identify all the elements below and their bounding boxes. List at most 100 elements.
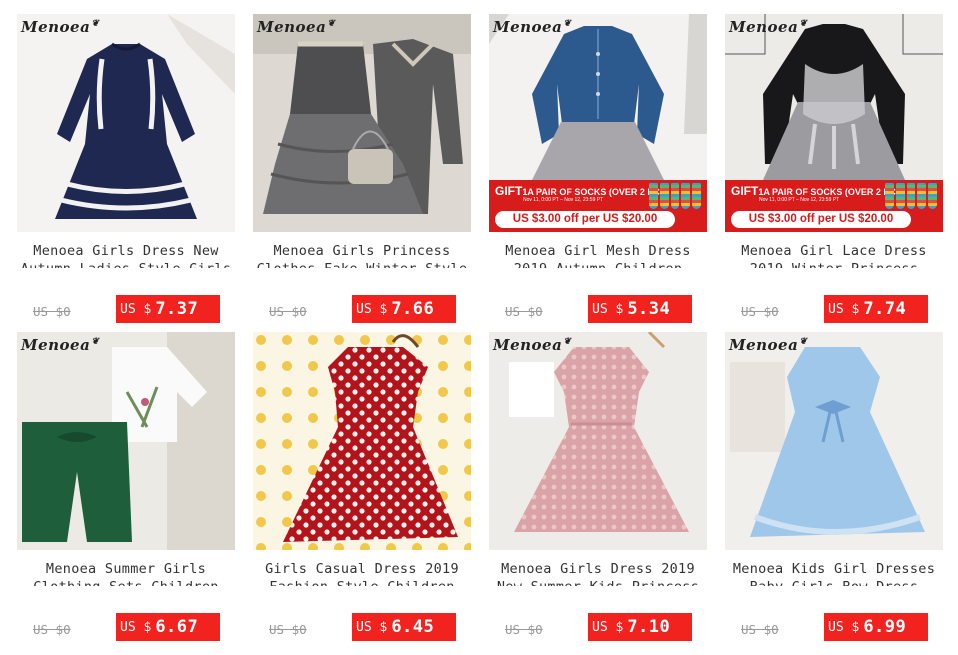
product-title[interactable]: Menoea Girls Dress New Autumn Ladies Sty… <box>17 242 235 282</box>
price-currency: US $ <box>356 619 388 635</box>
product-image-red-polka-dot-dress[interactable] <box>253 332 471 550</box>
socks-image <box>649 183 701 209</box>
product-title-text: Menoea Girls Dress 2019 New Summer Kids … <box>496 561 700 595</box>
price-currency: US $ <box>356 301 388 317</box>
price-currency: US $ <box>120 301 152 317</box>
product-title[interactable]: Menoea Girls Princess Clothes Fake Winte… <box>253 242 471 282</box>
original-price: US $0 <box>33 622 71 637</box>
original-price: US $0 <box>33 304 71 319</box>
product-card[interactable]: Menoea❦ Menoea Girls Dress 2019 New Summ… <box>489 332 707 641</box>
product-title[interactable]: Girls Casual Dress 2019 Fashion Style Ch… <box>253 560 471 600</box>
product-title-text: Menoea Girl Mesh Dress 2019 Autumn Child… <box>505 243 691 277</box>
product-title-text: Menoea Girls Princess Clothes Fake Winte… <box>256 243 468 277</box>
leaf-icon: ❦ <box>327 19 336 29</box>
product-card[interactable]: Menoea❦ Menoea Girls Princess Clothes Fa… <box>253 14 471 323</box>
original-price: US $0 <box>741 622 779 637</box>
leaf-icon: ❦ <box>91 337 100 347</box>
leaf-icon: ❦ <box>799 337 808 347</box>
sale-price-badge[interactable]: US $7.37 <box>116 295 220 323</box>
promo-banner: GIFT1A PAIR OF SOCKS (OVER 2 PCS) Nov 11… <box>489 180 707 232</box>
sale-price-badge[interactable]: US $5.34 <box>588 295 692 323</box>
brand-logo: Menoea❦ <box>21 336 99 354</box>
price-currency: US $ <box>592 301 624 317</box>
product-image-black-lace-dress[interactable]: Menoea❦ GIFT1A PAIR OF SOCKS (OVER 2 PCS… <box>725 14 943 232</box>
brand-logo-text: Menoea <box>21 18 91 36</box>
leaf-icon: ❦ <box>799 19 808 29</box>
product-title-text: Girls Casual Dress 2019 Fashion Style Ch… <box>265 561 459 595</box>
brand-logo-text: Menoea <box>493 18 563 36</box>
original-price: US $0 <box>269 304 307 319</box>
price-amount: 6.67 <box>155 617 199 637</box>
coupon-offer: US $3.00 off per US $20.00 <box>731 211 911 228</box>
red-polka-dot-dress-picture <box>253 332 471 550</box>
brand-logo-text: Menoea <box>257 18 327 36</box>
brand-logo-text: Menoea <box>729 18 799 36</box>
brand-logo: Menoea❦ <box>493 18 571 36</box>
grey-tweed-dress-picture <box>253 14 471 232</box>
product-card[interactable]: Menoea❦ Menoea Girls Dress New Autumn La… <box>17 14 235 323</box>
sale-price-badge[interactable]: US $6.99 <box>824 613 928 641</box>
original-price: US $0 <box>505 304 543 319</box>
green-shorts-set-picture <box>17 332 235 550</box>
original-price: US $0 <box>269 622 307 637</box>
product-grid: Menoea❦ Menoea Girls Dress New Autumn La… <box>0 0 958 655</box>
product-title[interactable]: Menoea Girls Dress 2019 New Summer Kids … <box>489 560 707 600</box>
navy-dress-picture <box>17 14 235 232</box>
price-currency: US $ <box>592 619 624 635</box>
leaf-icon: ❦ <box>563 337 572 347</box>
sale-price-badge[interactable]: US $7.66 <box>352 295 456 323</box>
light-blue-bow-dress-picture <box>725 332 943 550</box>
brand-logo: Menoea❦ <box>493 336 571 354</box>
gift-text: GIFT1A PAIR OF SOCKS (OVER 2 PCS) <box>731 184 905 198</box>
product-image-navy-dress[interactable]: Menoea❦ <box>17 14 235 232</box>
brand-logo-text: Menoea <box>493 336 563 354</box>
socks-image <box>885 183 937 209</box>
price-amount: 6.99 <box>863 617 907 637</box>
product-title-text: Menoea Summer Girls Clothing Sets Childr… <box>33 561 219 595</box>
price-amount: 5.34 <box>627 299 671 319</box>
product-title[interactable]: Menoea Girl Lace Dress 2019 Winter Princ… <box>725 242 943 282</box>
brand-logo-text: Menoea <box>729 336 799 354</box>
product-title[interactable]: Menoea Summer Girls Clothing Sets Childr… <box>17 560 235 600</box>
sale-price-badge[interactable]: US $6.45 <box>352 613 456 641</box>
product-image-light-blue-bow-dress[interactable]: Menoea❦ <box>725 332 943 550</box>
brand-logo-text: Menoea <box>21 336 91 354</box>
brand-logo: Menoea❦ <box>729 336 807 354</box>
price-amount: 7.10 <box>627 617 671 637</box>
product-card[interactable]: Girls Casual Dress 2019 Fashion Style Ch… <box>253 332 471 641</box>
leaf-icon: ❦ <box>563 19 572 29</box>
gift-text: GIFT1A PAIR OF SOCKS (OVER 2 PCS) <box>495 184 669 198</box>
price-amount: 7.37 <box>155 299 199 319</box>
product-card[interactable]: Menoea❦ GIFT1A PAIR OF SOCKS (OVER 2 PCS… <box>725 14 943 323</box>
brand-logo: Menoea❦ <box>729 18 807 36</box>
price-currency: US $ <box>120 619 152 635</box>
price-currency: US $ <box>828 301 860 317</box>
brand-logo: Menoea❦ <box>257 18 335 36</box>
original-price: US $0 <box>741 304 779 319</box>
sale-price-badge[interactable]: US $7.74 <box>824 295 928 323</box>
product-title-text: Menoea Girl Lace Dress 2019 Winter Princ… <box>741 243 927 277</box>
product-image-denim-mesh-dress[interactable]: Menoea❦ GIFT1A PAIR OF SOCKS (OVER 2 PCS… <box>489 14 707 232</box>
product-title[interactable]: Menoea Girl Mesh Dress 2019 Autumn Child… <box>489 242 707 282</box>
brand-logo: Menoea❦ <box>21 18 99 36</box>
product-card[interactable]: Menoea❦ Menoea Kids Girl Dresses Baby Gi… <box>725 332 943 641</box>
original-price: US $0 <box>505 622 543 637</box>
sale-price-badge[interactable]: US $7.10 <box>588 613 692 641</box>
leaf-icon: ❦ <box>91 19 100 29</box>
product-card[interactable]: Menoea❦ Menoea Summer Girls Clothing Set… <box>17 332 235 641</box>
price-amount: 6.45 <box>391 617 435 637</box>
product-image-pink-lace-dress[interactable]: Menoea❦ <box>489 332 707 550</box>
product-title-text: Menoea Girls Dress New Autumn Ladies Sty… <box>20 243 232 277</box>
promo-dates: Nov 11, 0:00 PT – Nov 12, 23:59 PT <box>759 197 840 203</box>
sale-price-badge[interactable]: US $6.67 <box>116 613 220 641</box>
product-title[interactable]: Menoea Kids Girl Dresses Baby Girls Bow … <box>725 560 943 600</box>
promo-banner: GIFT1A PAIR OF SOCKS (OVER 2 PCS) Nov 11… <box>725 180 943 232</box>
product-image-green-shorts-set[interactable]: Menoea❦ <box>17 332 235 550</box>
product-image-grey-tweed-dress[interactable]: Menoea❦ <box>253 14 471 232</box>
price-amount: 7.74 <box>863 299 907 319</box>
pink-lace-dress-picture <box>489 332 707 550</box>
product-card[interactable]: Menoea❦ GIFT1A PAIR OF SOCKS (OVER 2 PCS… <box>489 14 707 323</box>
promo-dates: Nov 11, 0:00 PT – Nov 12, 23:59 PT <box>523 197 604 203</box>
price-amount: 7.66 <box>391 299 435 319</box>
coupon-offer: US $3.00 off per US $20.00 <box>495 211 675 228</box>
